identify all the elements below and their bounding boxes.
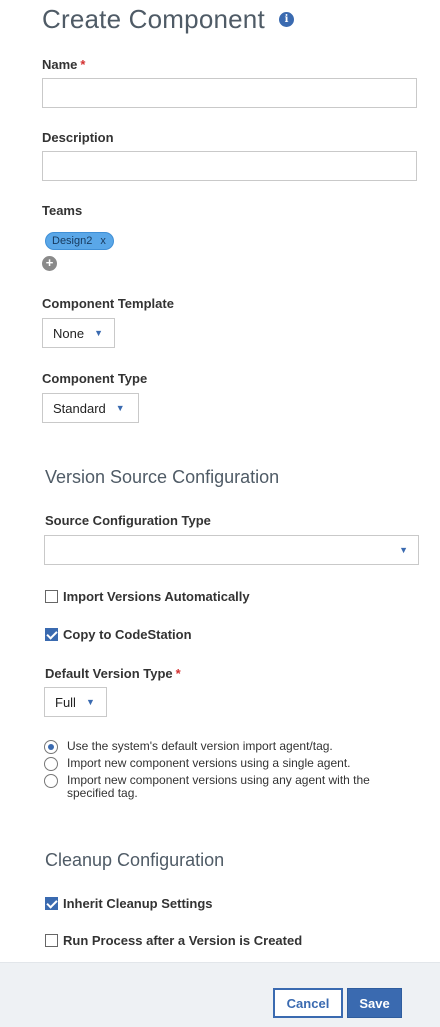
- name-label: Name *: [42, 57, 85, 72]
- info-icon[interactable]: i: [279, 12, 294, 27]
- component-template-value: None: [53, 325, 85, 341]
- default-version-type-text: Default Version Type: [45, 666, 173, 681]
- teams-label: Teams: [42, 203, 83, 218]
- radio-single-agent-label: Import new component versions using a si…: [67, 756, 351, 770]
- default-version-type-label: Default Version Type *: [45, 666, 181, 681]
- import-auto-label: Import Versions Automatically: [63, 589, 250, 604]
- required-asterisk: *: [175, 666, 181, 681]
- save-button[interactable]: Save: [347, 988, 402, 1018]
- inherit-cleanup-label: Inherit Cleanup Settings: [63, 896, 213, 911]
- run-process-checkbox[interactable]: [45, 934, 58, 947]
- import-auto-checkbox[interactable]: [45, 590, 58, 603]
- version-source-title: Version Source Configuration: [45, 467, 280, 487]
- dropdown-arrow-icon: ▼: [115, 403, 125, 413]
- tag-remove-icon[interactable]: x: [100, 233, 106, 249]
- radio-default-agent[interactable]: [44, 740, 58, 754]
- default-version-type-value: Full: [55, 694, 76, 710]
- dropdown-arrow-icon: ▼: [85, 697, 95, 707]
- source-type-label: Source Configuration Type: [45, 513, 211, 528]
- component-template-select[interactable]: None ▼: [42, 318, 115, 348]
- name-label-text: Name: [42, 57, 78, 72]
- description-label: Description: [42, 130, 114, 145]
- dropdown-arrow-icon: ▼: [94, 328, 103, 338]
- component-type-label: Component Type: [42, 371, 148, 386]
- description-input[interactable]: [42, 151, 417, 181]
- dropdown-arrow-icon: ▼: [399, 545, 408, 555]
- component-type-value: Standard: [53, 400, 106, 416]
- add-team-icon[interactable]: +: [42, 256, 57, 271]
- cleanup-title: Cleanup Configuration: [45, 850, 225, 870]
- required-asterisk: *: [80, 57, 86, 72]
- page-title: Create Component: [42, 4, 265, 34]
- team-tag-label: Design2: [52, 235, 93, 247]
- copy-codestation-checkbox[interactable]: [45, 628, 58, 641]
- team-tag: Design2 x: [45, 232, 114, 250]
- component-type-select[interactable]: Standard ▼: [42, 393, 139, 423]
- run-process-label: Run Process after a Version is Created: [63, 933, 303, 948]
- radio-single-agent[interactable]: [44, 757, 58, 771]
- radio-any-agent-tag[interactable]: [44, 774, 58, 788]
- cancel-button[interactable]: Cancel: [273, 988, 343, 1018]
- source-type-select[interactable]: ▼: [44, 535, 419, 565]
- component-template-label: Component Template: [42, 296, 174, 311]
- radio-default-agent-label: Use the system's default version import …: [67, 739, 333, 753]
- name-input[interactable]: [42, 78, 417, 108]
- default-version-type-select[interactable]: Full ▼: [44, 687, 107, 717]
- copy-codestation-label: Copy to CodeStation: [63, 627, 192, 642]
- inherit-cleanup-checkbox[interactable]: [45, 897, 58, 910]
- radio-any-agent-tag-label: Import new component versions using any …: [67, 773, 370, 800]
